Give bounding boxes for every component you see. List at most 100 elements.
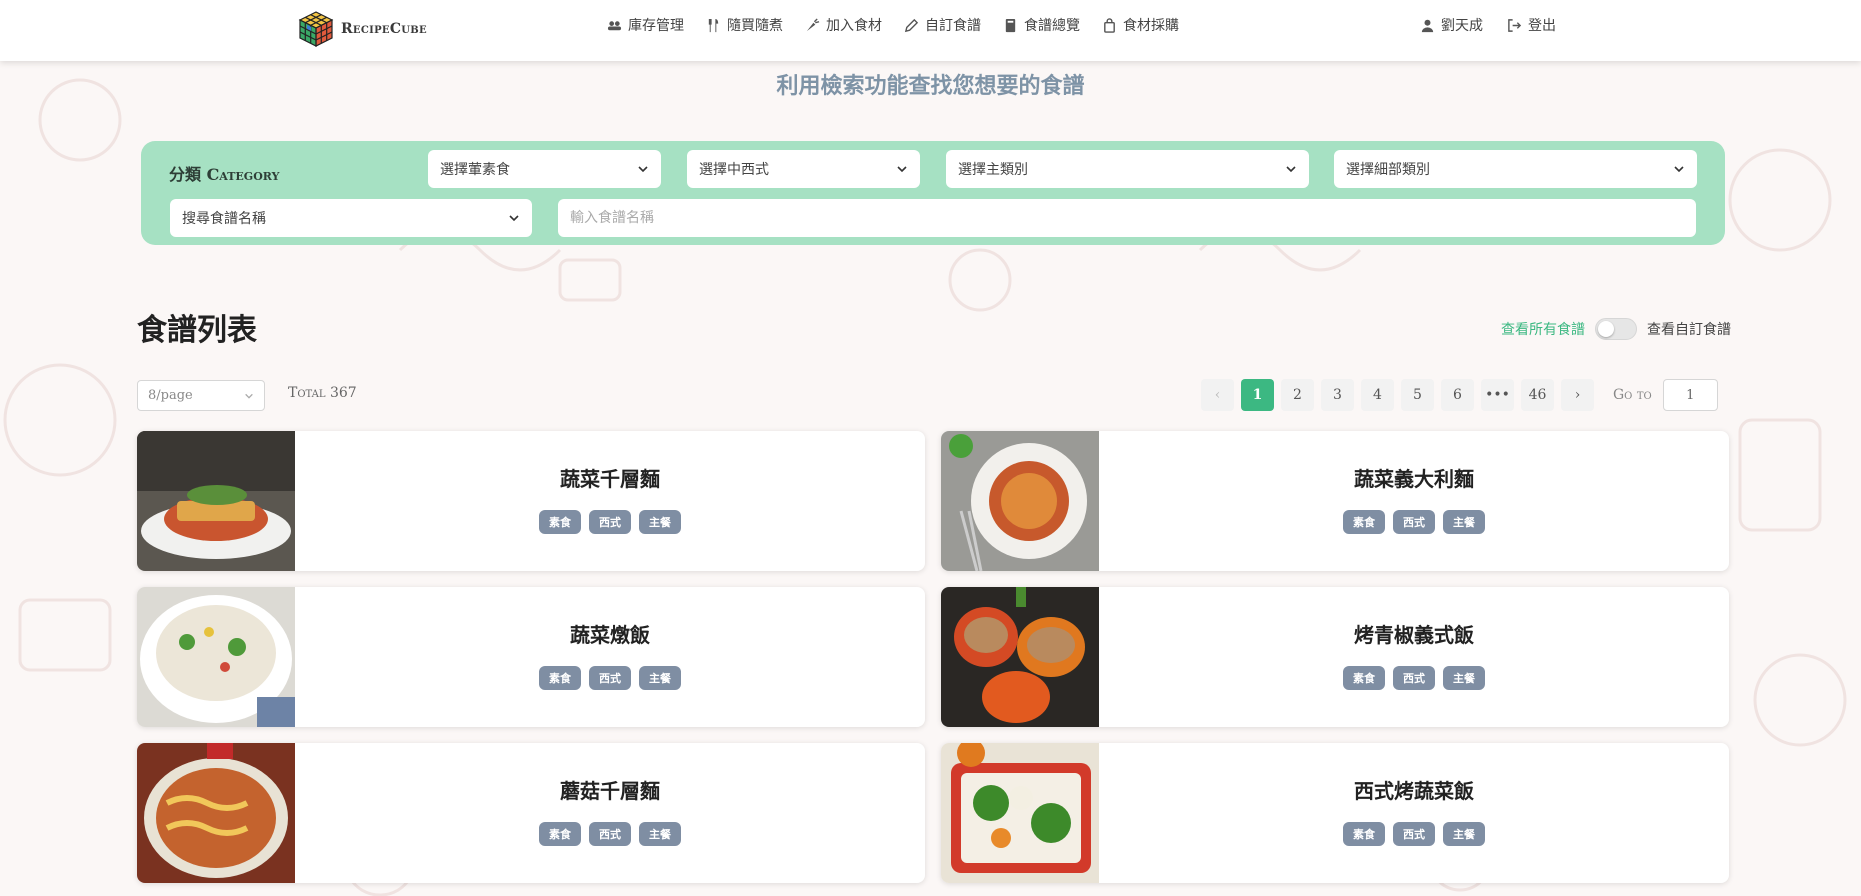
nav-item-shopping[interactable]: 食材採購 [1102,15,1179,35]
page-button[interactable]: 6 [1441,379,1474,411]
page-button[interactable]: 1 [1241,379,1274,411]
group-icon [607,20,622,30]
book-icon [1005,18,1016,32]
nav-item-quick-cook[interactable]: 隨買隨煮 [706,15,783,35]
tag-badge: 西式 [1393,666,1435,690]
logout-link[interactable]: 登出 [1507,15,1556,35]
page-button[interactable]: 3 [1321,379,1354,411]
search-mode-select[interactable]: 搜尋食譜名稱 [170,199,532,237]
goto-page-input[interactable] [1662,379,1718,411]
switch-knob [1598,321,1614,337]
brand-name: RecipeCube [341,21,427,37]
page-button[interactable]: 5 [1401,379,1434,411]
veg-select-value: 選擇葷素食 [440,162,510,178]
logout-icon [1508,18,1522,32]
user-icon [1421,19,1434,32]
nav-label: 自訂食譜 [925,18,981,34]
nav-item-recipe-overview[interactable]: 食譜總覽 [1003,15,1080,35]
recipe-photo [941,587,1099,727]
recipe-photo [941,431,1099,571]
page-size-value: 8/page [148,388,193,403]
sub-category-select-value: 選擇細部類別 [1346,162,1430,178]
veg-select[interactable]: 選擇葷素食 [428,150,661,188]
recipe-name: 烤青椒義式飯 [1354,623,1474,647]
tag-badge: 素食 [539,510,581,534]
recipe-tags: 素食 西式 主餐 [295,666,925,690]
page-button[interactable]: 4 [1361,379,1394,411]
user-name: 劉天成 [1441,18,1483,34]
chevron-down-icon [897,166,907,173]
pencil-icon [904,18,919,32]
page-subtitle: 利用檢索功能查找您想要的食譜 [776,74,1085,99]
tag-badge: 主餐 [1443,510,1485,534]
toggle-all-recipes-label[interactable]: 查看所有食譜 [1501,319,1585,339]
page-button[interactable]: 2 [1281,379,1314,411]
search-mode-select-value: 搜尋食譜名稱 [182,211,266,227]
recipe-card[interactable]: 蔬菜燉飯 素食 西式 主餐 [137,587,925,727]
nav-item-custom-recipe[interactable]: 自訂食譜 [904,15,981,35]
page-size-select[interactable]: 8/page [137,380,265,411]
recipe-tags: 素食 西式 主餐 [295,510,925,534]
recipe-card[interactable]: 蘑菇千層麵 素食 西式 主餐 [137,743,925,883]
recipe-name: 蔬菜義大利麵 [1354,467,1474,491]
recipe-name: 蘑菇千層麵 [560,779,660,803]
main-category-select[interactable]: 選擇主類別 [946,150,1309,188]
tag-badge: 素食 [539,666,581,690]
recipe-photo [137,587,295,727]
brand[interactable]: RecipeCube [297,6,427,52]
prev-page-button[interactable]: ‹ [1201,379,1234,411]
recipe-name: 西式烤蔬菜飯 [1354,779,1474,803]
tag-badge: 西式 [589,822,631,846]
recipe-list-title: 食譜列表 [137,313,257,348]
recipe-tags: 素食 西式 主餐 [1099,822,1729,846]
page-button[interactable]: 46 [1521,379,1554,411]
tag-badge: 主餐 [639,822,681,846]
category-label: 分類 Category [169,165,280,184]
tag-badge: 主餐 [639,666,681,690]
tag-badge: 素食 [539,822,581,846]
recipe-card[interactable]: 蔬菜千層麵 素食 西式 主餐 [137,431,925,571]
nav-label: 食譜總覽 [1024,18,1080,34]
tag-badge: 素食 [1343,822,1385,846]
chevron-down-icon [638,166,648,173]
goto-label: Go to [1613,387,1652,403]
recipe-card[interactable]: 烤青椒義式飯 素食 西式 主餐 [941,587,1729,727]
recipe-card[interactable]: 蔬菜義大利麵 素食 西式 主餐 [941,431,1729,571]
tag-badge: 西式 [1393,510,1435,534]
toggle-custom-recipes-label[interactable]: 查看自訂食譜 [1647,319,1731,339]
utensils-icon [708,18,719,32]
tag-badge: 西式 [589,510,631,534]
recipe-photo [941,743,1099,883]
total-count: Total 367 [288,385,357,401]
recipe-name: 蔬菜千層麵 [560,467,660,491]
nav-label: 隨買隨煮 [727,18,783,34]
recipe-photo [137,743,295,883]
nav-label: 加入食材 [826,18,882,34]
sub-category-select[interactable]: 選擇細部類別 [1334,150,1697,188]
user-profile[interactable]: 劉天成 [1420,15,1483,35]
recipe-card[interactable]: 西式烤蔬菜飯 素食 西式 主餐 [941,743,1729,883]
recipe-tags: 素食 西式 主餐 [1099,510,1729,534]
chevron-down-icon [509,215,519,222]
more-pages-button[interactable]: ••• [1481,379,1514,411]
main-nav: 庫存管理 隨買隨煮 加入食材 自訂食譜 食譜總覽 食材採購 [607,0,1179,50]
recipe-search-input[interactable] [558,199,1696,237]
nav-label: 食材採購 [1123,18,1179,34]
top-navbar: RecipeCube 庫存管理 隨買隨煮 加入食材 自訂食譜 食譜總覽 食材採購 [0,0,1861,61]
nav-item-inventory[interactable]: 庫存管理 [607,15,684,35]
view-mode-switch[interactable] [1595,318,1637,340]
cuisine-select-value: 選擇中西式 [699,162,769,178]
tag-badge: 主餐 [639,510,681,534]
tag-badge: 素食 [1343,510,1385,534]
next-page-button[interactable]: › [1561,379,1594,411]
pagination: ‹ 1 2 3 4 5 6 ••• 46 › Go to [1201,379,1718,411]
filter-panel: 分類 Category 選擇葷素食 選擇中西式 選擇主類別 選擇細部類別 搜尋食… [141,141,1725,245]
nav-item-add-ingredient[interactable]: 加入食材 [805,15,882,35]
main-category-select-value: 選擇主類別 [958,162,1028,178]
chevron-down-icon [1286,166,1296,173]
chevron-down-icon [1674,166,1684,173]
tag-badge: 西式 [589,666,631,690]
recipe-name: 蔬菜燉飯 [570,623,650,647]
tag-badge: 主餐 [1443,666,1485,690]
cuisine-select[interactable]: 選擇中西式 [687,150,920,188]
